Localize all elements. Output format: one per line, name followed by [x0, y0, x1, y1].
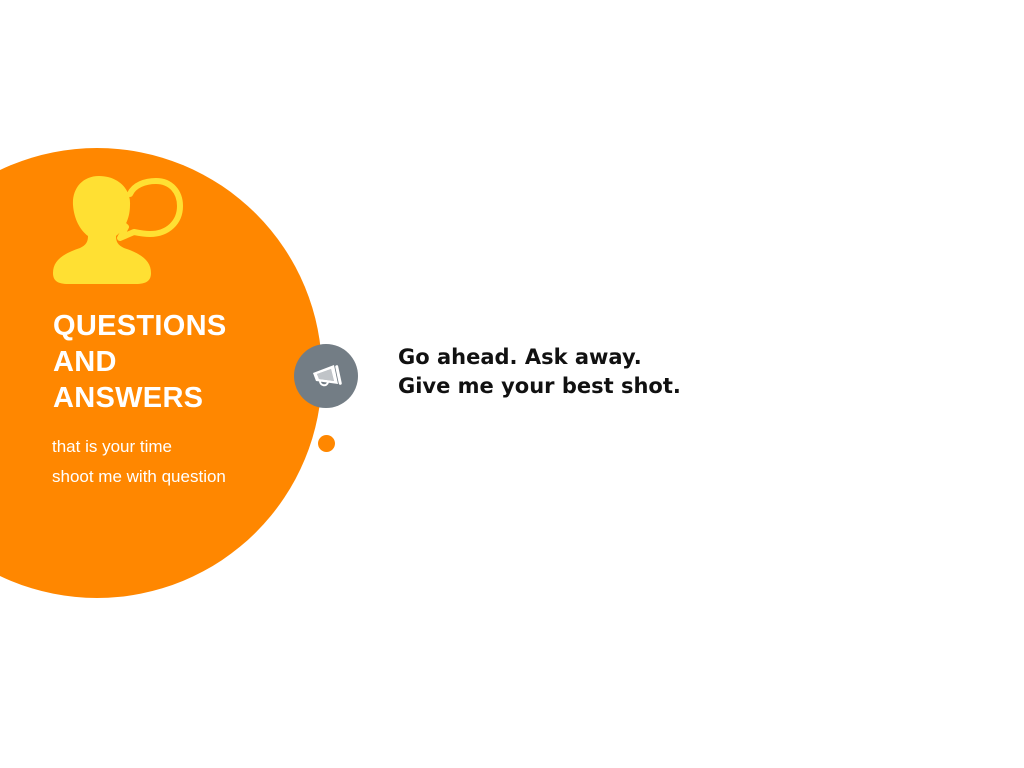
person-speech-bubble-icon: [53, 176, 183, 284]
subtitle: that is your time shoot me with question: [52, 432, 292, 492]
title-line: QUESTIONS: [53, 310, 227, 342]
message-line: Go ahead. Ask away.: [398, 345, 642, 369]
title-line: AND: [53, 346, 117, 378]
accent-dot: [318, 435, 335, 452]
subtitle-line: that is your time: [52, 437, 172, 456]
title-line: ANSWERS: [53, 382, 204, 414]
subtitle-line: shoot me with question: [52, 467, 226, 486]
message-line: Give me your best shot.: [398, 374, 681, 398]
message-text: Go ahead. Ask away. Give me your best sh…: [398, 343, 818, 401]
megaphone-icon: [313, 365, 342, 387]
slide: QUESTIONS AND ANSWERS that is your time …: [0, 0, 1024, 768]
page-title: QUESTIONS AND ANSWERS: [53, 308, 293, 416]
megaphone-badge: [294, 344, 358, 408]
